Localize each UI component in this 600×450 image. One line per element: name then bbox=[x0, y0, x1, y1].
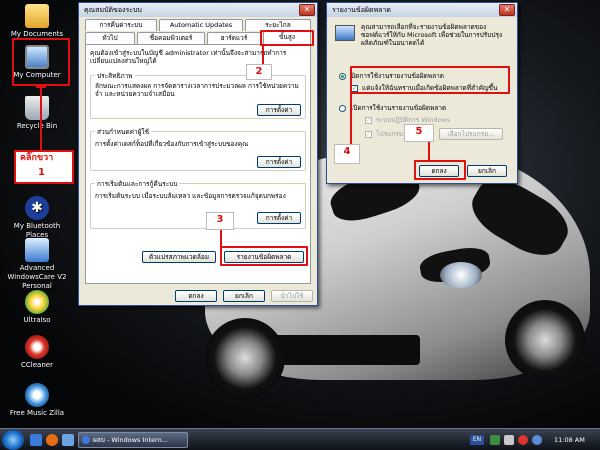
error-reporting-description: คุณสามารถเลือกที่จะรายงานข้อผิดพลาดของซอ… bbox=[361, 23, 503, 47]
desktop-icon-windowscare[interactable]: Advanced WindowsCare V2 Personal bbox=[2, 238, 72, 291]
annotation-arrow bbox=[262, 46, 264, 64]
enable-error-reporting-radio[interactable] bbox=[339, 105, 346, 112]
annotation-step-4: 4 bbox=[334, 144, 360, 164]
wallpaper-wheel bbox=[505, 300, 585, 380]
system-properties-titlebar[interactable]: คุณสมบัติของระบบ ✕ bbox=[79, 3, 317, 17]
quicklaunch-desktop-icon[interactable] bbox=[62, 434, 74, 446]
user-profiles-settings-button[interactable]: การตั้งค่า bbox=[257, 156, 301, 168]
group-user-profiles-title: ส่วนกำหนดค่าผู้ใช้ bbox=[95, 127, 151, 137]
annotation-arrow-head bbox=[36, 86, 46, 88]
ok-button[interactable]: ตกลง bbox=[175, 290, 217, 302]
group-user-profiles-text: การตั้งค่าเดสก์ท็อปที่เกี่ยวข้องกับการเข… bbox=[95, 140, 249, 148]
annotation-arrow bbox=[40, 86, 42, 152]
desktop-icon-bluetooth[interactable]: ✱ My Bluetooth Places bbox=[2, 196, 72, 240]
monitor-icon bbox=[335, 25, 355, 41]
group-startup-recovery-text: การเริ่มต้นระบบ เมื่อระบบล้มเหลว และข้อม… bbox=[95, 192, 286, 200]
windows-os-label: ระบบปฏิบัติการ Windows bbox=[376, 116, 451, 124]
security-icon[interactable] bbox=[518, 435, 528, 445]
enable-error-reporting-label: เปิดการใช้งานรายงานข้อผิดพลาด bbox=[351, 104, 447, 112]
tab-computer-name[interactable]: ชื่อคอมพิวเตอร์ bbox=[137, 32, 205, 44]
tab-general[interactable]: ทั่วไป bbox=[85, 32, 135, 44]
tray-app-icon[interactable] bbox=[532, 435, 542, 445]
desktop: My Documents My Computer Recycle Bin In … bbox=[0, 0, 600, 428]
tab-system-restore[interactable]: การคืนค่าระบบ bbox=[85, 19, 157, 31]
desktop-icon-my-documents[interactable]: My Documents bbox=[2, 4, 72, 39]
taskbar-item-internet-explorer[interactable]: ผลบ - Windows Intern... bbox=[78, 432, 188, 448]
programs-label: โปรแกรม bbox=[376, 130, 404, 138]
highlight-advanced-tab bbox=[260, 30, 314, 46]
highlight-error-reporting-button bbox=[220, 246, 308, 266]
environment-variables-button[interactable]: ตัวแปรสภาพแวดล้อม bbox=[142, 251, 216, 263]
highlight-ok-button bbox=[414, 160, 466, 180]
annotation-step-3: 3 bbox=[206, 212, 234, 230]
annotation-step-5: 5 bbox=[404, 124, 434, 142]
group-user-profiles: ส่วนกำหนดค่าผู้ใช้ การตั้งค่าเดสก์ท็อปที… bbox=[90, 127, 306, 171]
group-performance: ประสิทธิภาพ ลักษณะการแสดงผล การจัดตารางเ… bbox=[90, 71, 306, 119]
desktop-icon-ultraiso[interactable]: UltraIso bbox=[2, 290, 72, 325]
admin-notice: คุณต้องเข้าสู่ระบบในบัญชี administrator … bbox=[90, 49, 287, 65]
group-performance-title: ประสิทธิภาพ bbox=[95, 71, 135, 81]
ccleaner-icon bbox=[25, 335, 49, 359]
error-cancel-button[interactable]: ยกเลิก bbox=[467, 165, 507, 177]
quicklaunch-firefox-icon[interactable] bbox=[46, 434, 58, 446]
wallpaper-wheel bbox=[205, 318, 285, 398]
wallpaper-headlight bbox=[440, 262, 482, 288]
system-tray: EN 11:08 AM bbox=[470, 431, 600, 449]
disable-error-reporting-radio[interactable] bbox=[339, 73, 346, 80]
startup-recovery-settings-button[interactable]: การตั้งค่า bbox=[257, 212, 301, 224]
annotation-arrow bbox=[350, 94, 352, 144]
cancel-button[interactable]: ยกเลิก bbox=[223, 290, 265, 302]
group-startup-recovery-title: การเริ่มต้นและการกู้คืนระบบ bbox=[95, 179, 180, 189]
desktop-icon-ccleaner[interactable]: CCleaner bbox=[2, 335, 72, 370]
taskbar: ผลบ - Windows Intern... EN 11:08 AM bbox=[0, 428, 600, 450]
clock[interactable]: 11:08 AM bbox=[554, 431, 585, 449]
ie-icon bbox=[82, 436, 90, 444]
windows-os-checkbox[interactable]: ✓ bbox=[365, 117, 372, 124]
annotation-arrow bbox=[428, 142, 430, 162]
language-indicator[interactable]: EN bbox=[470, 435, 484, 445]
desktop-icon-free-music-zilla[interactable]: Free Music Zilla bbox=[2, 383, 72, 418]
volume-icon[interactable] bbox=[504, 435, 514, 445]
group-startup-recovery: การเริ่มต้นและการกู้คืนระบบ การเริ่มต้นร… bbox=[90, 179, 306, 229]
tab-hardware[interactable]: ฮาร์ดแวร์ bbox=[207, 32, 261, 44]
programs-checkbox[interactable]: ✓ bbox=[365, 131, 372, 138]
tab-automatic-updates[interactable]: Automatic Updates bbox=[159, 19, 243, 31]
choose-programs-button[interactable]: เลือกโปรแกรม... bbox=[439, 128, 503, 140]
annotation-step-1: 1 bbox=[38, 167, 45, 178]
highlight-my-computer bbox=[12, 38, 70, 86]
error-reporting-title: รายงานข้อผิดพลาด bbox=[332, 6, 391, 14]
desktop-icon-recycle-bin[interactable]: Recycle Bin bbox=[2, 96, 72, 131]
system-properties-title: คุณสมบัติของระบบ bbox=[84, 6, 142, 14]
performance-settings-button[interactable]: การตั้งค่า bbox=[257, 104, 301, 116]
group-performance-text: ลักษณะการแสดงผล การจัดตารางเวลาการประมวล… bbox=[95, 82, 299, 98]
quicklaunch-ie-icon[interactable] bbox=[30, 434, 42, 446]
highlight-disable-option bbox=[350, 66, 510, 94]
taskbar-item-label: ผลบ - Windows Intern... bbox=[93, 436, 168, 444]
annotation-step-2: 2 bbox=[246, 64, 272, 80]
music-icon bbox=[25, 383, 49, 407]
start-button[interactable] bbox=[2, 430, 24, 450]
annotation-right-click: คลิ๊กขวา bbox=[20, 153, 54, 163]
bluetooth-icon: ✱ bbox=[25, 196, 49, 220]
apply-button[interactable]: นำไปใช้ bbox=[271, 290, 313, 302]
folder-icon bbox=[25, 4, 49, 28]
ultraiso-icon bbox=[25, 290, 49, 314]
error-reporting-titlebar[interactable]: รายงานข้อผิดพลาด ✕ bbox=[327, 3, 517, 17]
close-icon[interactable]: ✕ bbox=[299, 4, 315, 16]
recycle-bin-icon bbox=[25, 96, 49, 120]
network-icon[interactable] bbox=[490, 435, 500, 445]
close-icon[interactable]: ✕ bbox=[499, 4, 515, 16]
windowscare-icon bbox=[25, 238, 49, 262]
